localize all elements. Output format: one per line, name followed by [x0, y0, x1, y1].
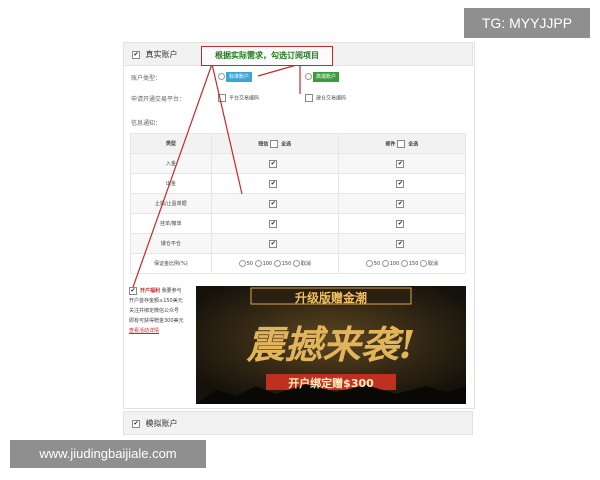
promo-details-link[interactable]: 查看活动详情 — [129, 326, 193, 336]
banner-main-text: 震撼来袭! — [246, 322, 416, 367]
demo-account-checkbox[interactable]: ✔ — [132, 419, 140, 428]
annotation-arrows — [131, 63, 301, 291]
promo-checkbox[interactable]: ✔ — [129, 286, 137, 295]
promo-checkbox-label: 开户福利 — [140, 288, 161, 294]
annotation-note: 根据实际需求，勾选订阅项目 — [201, 46, 333, 66]
banner-top-text: 升级版赠金潮 — [294, 291, 367, 305]
promo-line-1: 开户首存金额≥150美元 — [129, 298, 183, 304]
promo-checkbox-row[interactable]: ✔ 开户福利 我要参与 — [129, 286, 193, 296]
promo-text: ✔ 开户福利 我要参与 开户首存金额≥150美元 关注并绑定微信公众号 即有可获得… — [129, 286, 193, 336]
demo-account-header[interactable]: ✔ 模拟账户 — [123, 411, 473, 435]
promo-line-3: 即有可获得赠金300美元 — [129, 318, 184, 324]
watermark-bottom: www.jiudingbaijiale.com — [10, 440, 206, 468]
promo-line-2: 关注并绑定微信公众号 — [129, 308, 180, 314]
arrow-to-table — [211, 63, 243, 195]
arrow-to-promo — [131, 63, 213, 291]
promo-banner[interactable]: 升级版赠金潮 震撼来袭! 开户绑定赠$300 — [196, 286, 466, 404]
promo-checkbox-tail: 我要参与 — [161, 288, 182, 294]
banner-bottom-text: 开户绑定赠$300 — [288, 377, 374, 390]
demo-account-title: 模拟账户 — [145, 419, 178, 428]
